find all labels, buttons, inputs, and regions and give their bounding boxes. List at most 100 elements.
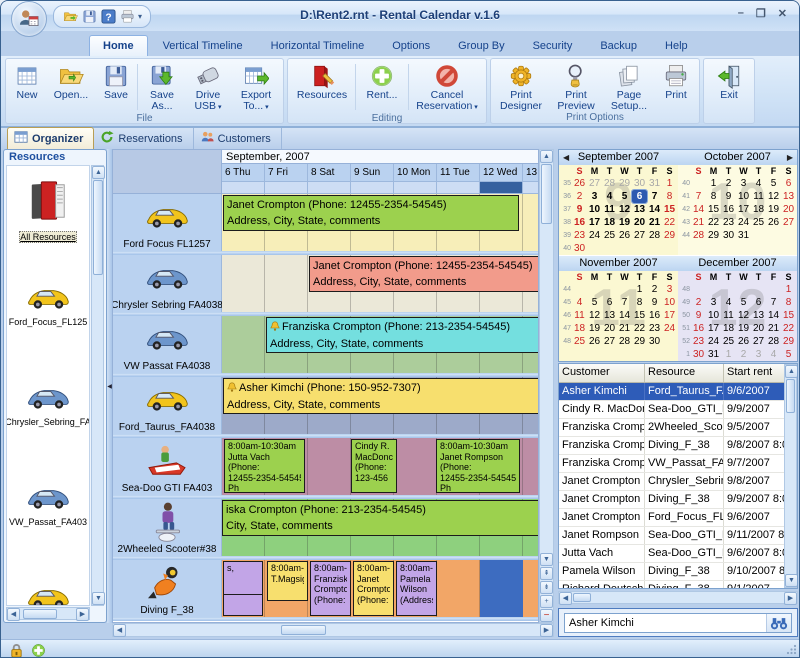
- date-cell[interactable]: 29: [617, 177, 632, 190]
- date-cell[interactable]: 3: [706, 296, 721, 309]
- date-cell[interactable]: 24: [706, 335, 721, 348]
- date-cell[interactable]: 17: [736, 203, 751, 216]
- date-cell[interactable]: 4: [572, 296, 587, 309]
- date-cell[interactable]: 6: [781, 177, 796, 190]
- date-cell[interactable]: 17: [662, 309, 677, 322]
- reservation-block[interactable]: 8:00am-10:30amJutta Vach(Phone:12455-235…: [224, 439, 305, 493]
- scroll-up-icon[interactable]: ▲: [92, 166, 105, 179]
- resource-cell[interactable]: Ford Focus FL1257: [113, 194, 222, 251]
- timeline-area[interactable]: iska Crompton (Phone: 213-2354-54545)Cit…: [222, 499, 538, 556]
- table-row[interactable]: Franziska CromptonVW_Passat_FA4039/7/200…: [559, 455, 797, 473]
- date-cell[interactable]: 1: [662, 177, 677, 190]
- qa-open-icon[interactable]: [62, 9, 78, 25]
- table-horizontal-scrollbar[interactable]: ◀ ▶: [558, 591, 798, 604]
- resource-item-chrysler-sebring-fa[interactable]: Chrysler_Sebring_FA: [7, 374, 89, 474]
- date-cell[interactable]: 18: [572, 322, 587, 335]
- prev-month-icon[interactable]: ◀: [563, 150, 569, 165]
- date-cell[interactable]: 22: [781, 322, 796, 335]
- date-cell[interactable]: 2: [736, 348, 751, 361]
- date-cell[interactable]: 28: [647, 229, 662, 242]
- scroll-up-icon[interactable]: ▲: [540, 150, 553, 163]
- table-row[interactable]: Pamela WilsonDiving_F_389/10/2007 8:0: [559, 563, 797, 581]
- resource-cell[interactable]: Chrysler Sebring FA4038: [113, 255, 222, 312]
- date-cell[interactable]: 22: [706, 216, 721, 229]
- date-cell[interactable]: 10: [706, 309, 721, 322]
- date-cell[interactable]: 13: [781, 190, 796, 203]
- date-cell[interactable]: 29: [781, 335, 796, 348]
- selected-day-cell[interactable]: [480, 182, 523, 194]
- scroll-thumb[interactable]: [573, 593, 591, 602]
- date-cell[interactable]: 26: [572, 177, 587, 190]
- date-cell[interactable]: 16: [572, 216, 587, 229]
- allday-cell[interactable]: [265, 182, 308, 194]
- date-cell[interactable]: 9: [647, 296, 662, 309]
- date-cell[interactable]: 1: [632, 283, 647, 296]
- date-cell[interactable]: 8: [632, 296, 647, 309]
- date-cell[interactable]: 20: [632, 216, 647, 229]
- date-cell[interactable]: 22: [662, 216, 677, 229]
- date-cell[interactable]: 4: [751, 177, 766, 190]
- resource-item-vw-passat-fa403[interactable]: VW_Passat_FA403: [7, 474, 89, 574]
- rent-button[interactable]: Rent...: [357, 61, 407, 101]
- selected-timeline-cell[interactable]: [480, 560, 523, 617]
- date-cell[interactable]: 6: [751, 296, 766, 309]
- scroll-down-icon[interactable]: ▼: [92, 592, 105, 605]
- maximize-button[interactable]: ❐: [756, 7, 766, 20]
- date-cell[interactable]: 26: [736, 335, 751, 348]
- date-cell[interactable]: 16: [721, 203, 736, 216]
- date-cell[interactable]: 19: [617, 216, 632, 229]
- exit-button[interactable]: Exit: [706, 61, 752, 101]
- date-cell[interactable]: 21: [647, 216, 662, 229]
- date-cell[interactable]: 28: [766, 335, 781, 348]
- schedule-vertical-scrollbar[interactable]: ▲ ▼ ⇞ ⇟ + −: [539, 149, 554, 623]
- date-cell[interactable]: 26: [766, 216, 781, 229]
- timeline-area[interactable]: Asher Kimchi (Phone: 150-952-7307)Addres…: [222, 377, 538, 434]
- ribbon-tab-home[interactable]: Home: [89, 35, 148, 56]
- date-cell[interactable]: 12: [617, 203, 632, 216]
- reservation-block[interactable]: Cindy R.MacDonc(Phone:123-456: [351, 439, 397, 493]
- column-header-resource[interactable]: Resource: [645, 364, 724, 382]
- add-resource-button[interactable]: [29, 641, 47, 658]
- date-cell[interactable]: 30: [572, 242, 587, 255]
- date-cell[interactable]: 2: [572, 190, 587, 203]
- ribbon-tab-backup[interactable]: Backup: [587, 36, 650, 56]
- timeline-area[interactable]: Janet Crompton (Phone: 12455-2354-54545)…: [222, 255, 538, 312]
- date-cell[interactable]: 27: [602, 335, 617, 348]
- scroll-left-icon[interactable]: ◀: [7, 608, 20, 621]
- timeline-area[interactable]: 8:00am-10:30amJutta Vach(Phone:12455-235…: [222, 438, 538, 495]
- zoom-in-icon[interactable]: +: [540, 595, 553, 608]
- scroll-thumb[interactable]: [786, 379, 795, 413]
- date-cell[interactable]: 30: [721, 229, 736, 242]
- resources-horizontal-scrollbar[interactable]: ◀ ▶: [6, 607, 90, 620]
- scroll-right-icon[interactable]: ▶: [76, 608, 89, 621]
- date-cell[interactable]: 17: [587, 216, 602, 229]
- date-cell[interactable]: 3: [736, 177, 751, 190]
- date-cell[interactable]: 19: [736, 322, 751, 335]
- table-row[interactable]: Janet RompsonSea-Doo_GTI_FA49/11/2007 8:…: [559, 527, 797, 545]
- date-cell[interactable]: 6: [602, 296, 617, 309]
- date-cell[interactable]: 11: [751, 190, 766, 203]
- date-cell[interactable]: 10: [736, 190, 751, 203]
- date-cell[interactable]: 20: [602, 322, 617, 335]
- resource-cell[interactable]: Sea-Doo GTI FA403: [113, 438, 222, 495]
- allday-cell[interactable]: [222, 182, 265, 194]
- date-cell[interactable]: 24: [587, 229, 602, 242]
- save-button[interactable]: Save: [96, 61, 136, 101]
- scroll-bottom-icon[interactable]: ⇟: [540, 581, 553, 594]
- date-cell[interactable]: 27: [781, 216, 796, 229]
- open-button[interactable]: Open...: [46, 61, 96, 101]
- date-cell[interactable]: 24: [736, 216, 751, 229]
- date-cell[interactable]: 18: [721, 322, 736, 335]
- resource-item-ford-taurus-fa40[interactable]: Ford_Taurus_FA40: [7, 574, 89, 606]
- resource-cell[interactable]: VW Passat FA4038: [113, 316, 222, 373]
- date-cell[interactable]: 20: [751, 322, 766, 335]
- date-cell[interactable]: 23: [647, 322, 662, 335]
- date-cell[interactable]: 10: [662, 296, 677, 309]
- export-to-button[interactable]: Export To... ▾: [231, 61, 281, 113]
- date-cell[interactable]: 23: [691, 335, 706, 348]
- table-row[interactable]: Asher KimchiFord_Taurus_FA409/6/2007: [559, 383, 797, 401]
- date-cell[interactable]: 16: [691, 322, 706, 335]
- date-cell[interactable]: 25: [602, 229, 617, 242]
- date-cell[interactable]: 23: [572, 229, 587, 242]
- date-cell[interactable]: 30: [647, 335, 662, 348]
